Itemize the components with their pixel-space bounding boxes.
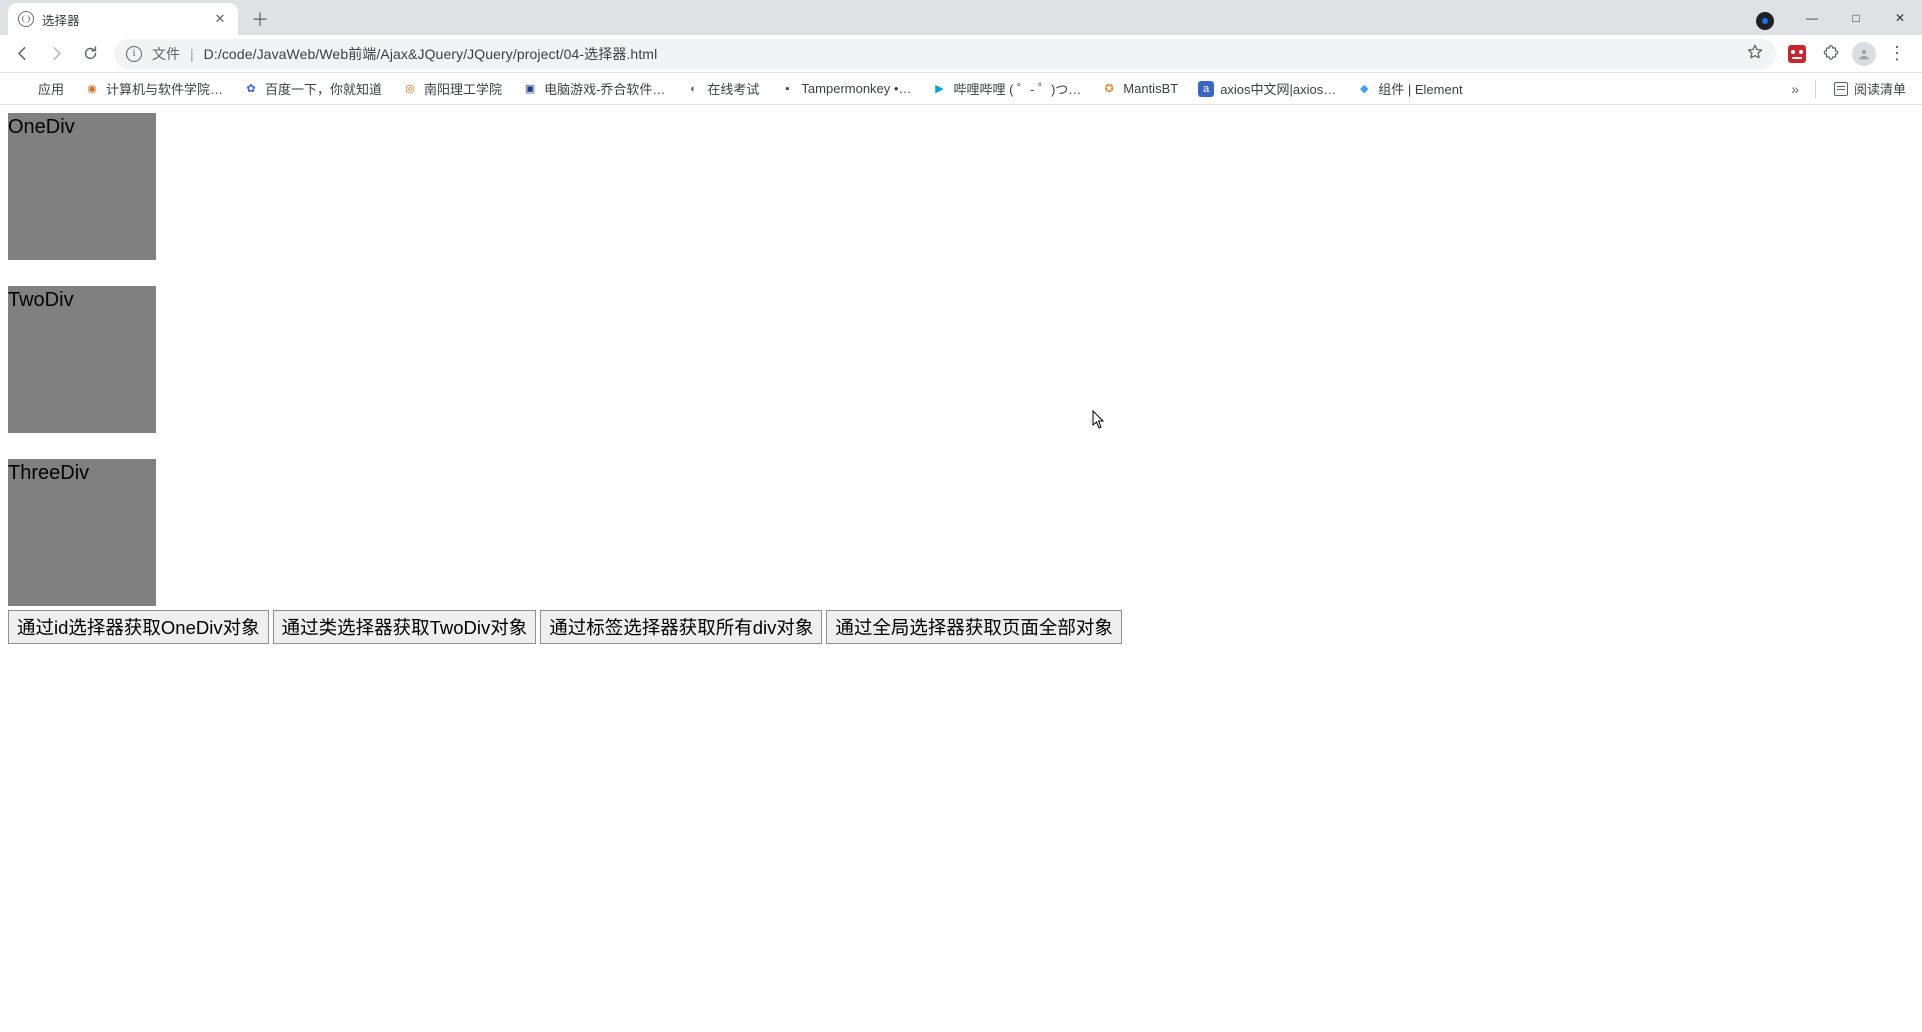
bookmark-label: 电脑游戏-乔合软件… [544, 79, 665, 98]
account-indicator-icon[interactable] [1756, 12, 1774, 30]
bookmark-favicon-icon: ✪ [1101, 81, 1117, 97]
toolbar-actions: ⋮ [1784, 41, 1916, 67]
bookmark-favicon-icon: ▣ [522, 81, 538, 97]
select-by-id-button[interactable]: 通过id选择器获取OneDiv对象 [8, 610, 269, 644]
tab-title: 选择器 [42, 10, 204, 29]
page-viewport: OneDiv TwoDiv ThreeDiv 通过id选择器获取OneDiv对象… [0, 105, 1922, 1032]
site-info-icon[interactable]: i [126, 46, 142, 62]
divider [1815, 80, 1816, 98]
new-tab-button[interactable]: ＋ [246, 5, 274, 33]
back-button[interactable] [6, 38, 38, 70]
window-controls: — □ ✕ [1756, 0, 1922, 35]
bookmark-favicon-icon: a [1198, 81, 1214, 97]
select-by-tag-button[interactable]: 通过标签选择器获取所有div对象 [540, 610, 822, 644]
window-tabstrip: 选择器 ✕ ＋ — □ ✕ [0, 0, 1922, 35]
url-text: D:/code/JavaWeb/Web前端/Ajax&JQuery/JQuery… [204, 44, 658, 64]
one-div: OneDiv [8, 113, 156, 260]
bookmark-item[interactable]: ◐ 在线考试 [677, 75, 767, 102]
reading-list-label: 阅读清单 [1854, 79, 1906, 98]
bookmark-favicon-icon: ◐ [685, 81, 701, 97]
profile-button[interactable] [1852, 42, 1876, 66]
bookmarks-overflow-button[interactable]: » [1785, 81, 1805, 97]
bookmark-favicon-icon: ▪ [779, 81, 795, 97]
url-separator: | [190, 46, 194, 62]
div-text: ThreeDiv [8, 459, 89, 485]
bookmark-item[interactable]: ◎ 南阳理工学院 [394, 75, 510, 102]
bookmark-label: 在线考试 [707, 79, 759, 98]
bookmark-star-button[interactable] [1746, 43, 1764, 64]
button-row: 通过id选择器获取OneDiv对象 通过类选择器获取TwoDiv对象 通过标签选… [8, 610, 1914, 644]
bookmark-label: 计算机与软件学院… [106, 79, 223, 98]
chrome-menu-button[interactable]: ⋮ [1884, 43, 1910, 64]
extension-noscript-button[interactable] [1784, 41, 1810, 67]
select-all-button[interactable]: 通过全局选择器获取页面全部对象 [826, 610, 1122, 644]
two-div: TwoDiv [8, 286, 156, 433]
close-tab-button[interactable]: ✕ [212, 11, 228, 27]
bookmark-item[interactable]: ✪ MantisBT [1093, 77, 1186, 101]
puzzle-icon [1822, 45, 1840, 63]
browser-tab[interactable]: 选择器 ✕ [8, 3, 238, 35]
bookmark-item[interactable]: ✿ 百度一下，你就知道 [235, 75, 390, 102]
forward-button[interactable] [40, 38, 72, 70]
bookmark-favicon-icon: ✿ [243, 81, 259, 97]
arrow-right-icon [48, 45, 65, 62]
extensions-button[interactable] [1818, 41, 1844, 67]
bookmark-favicon-icon: ▶ [931, 81, 947, 97]
globe-icon [18, 11, 34, 27]
bookmark-label: axios中文网|axios… [1220, 79, 1336, 98]
browser-toolbar: i 文件 | D:/code/JavaWeb/Web前端/Ajax&JQuery… [0, 35, 1922, 73]
select-by-class-button[interactable]: 通过类选择器获取TwoDiv对象 [273, 610, 537, 644]
bookmark-apps[interactable]: 应用 [8, 75, 72, 102]
bookmark-label: 百度一下，你就知道 [265, 79, 382, 98]
window-maximize-button[interactable]: □ [1834, 3, 1878, 33]
bookmark-item[interactable]: ▣ 电脑游戏-乔合软件… [514, 75, 673, 102]
arrow-left-icon [14, 45, 31, 62]
div-text: OneDiv [8, 113, 75, 139]
bookmark-label: 组件 | Element [1378, 79, 1462, 98]
bookmark-item[interactable]: ◆ 组件 | Element [1348, 75, 1470, 102]
reading-list-button[interactable]: 阅读清单 [1826, 75, 1914, 102]
bookmark-label: 南阳理工学院 [424, 79, 502, 98]
star-icon [1746, 43, 1764, 61]
window-minimize-button[interactable]: — [1790, 3, 1834, 33]
reload-icon [82, 45, 99, 62]
window-close-button[interactable]: ✕ [1878, 3, 1922, 33]
bookmark-label: 应用 [38, 79, 64, 98]
noscript-icon [1788, 45, 1806, 63]
div-text: TwoDiv [8, 286, 74, 312]
reading-list-icon [1834, 82, 1848, 96]
bookmark-favicon-icon: ◉ [84, 81, 100, 97]
three-div: ThreeDiv [8, 459, 156, 606]
bookmark-favicon-icon: ◆ [1356, 81, 1372, 97]
bookmark-item[interactable]: ▶ 哔哩哔哩 ( ゜- ゜)つ… [923, 75, 1089, 102]
person-icon [1856, 46, 1872, 62]
bookmark-label: Tampermonkey •… [801, 81, 911, 96]
bookmark-item[interactable]: ◉ 计算机与软件学院… [76, 75, 231, 102]
bookmark-item[interactable]: a axios中文网|axios… [1190, 75, 1344, 102]
address-bar[interactable]: i 文件 | D:/code/JavaWeb/Web前端/Ajax&JQuery… [114, 39, 1776, 69]
url-scheme-label: 文件 [152, 44, 180, 64]
bookmark-label: MantisBT [1123, 81, 1178, 96]
bookmark-item[interactable]: ▪ Tampermonkey •… [771, 77, 919, 101]
bookmark-favicon-icon: ◎ [402, 81, 418, 97]
apps-grid-icon [16, 81, 32, 97]
bookmarks-bar: 应用 ◉ 计算机与软件学院… ✿ 百度一下，你就知道 ◎ 南阳理工学院 ▣ 电脑… [0, 73, 1922, 105]
bookmark-label: 哔哩哔哩 ( ゜- ゜)つ… [953, 79, 1081, 98]
reload-button[interactable] [74, 38, 106, 70]
